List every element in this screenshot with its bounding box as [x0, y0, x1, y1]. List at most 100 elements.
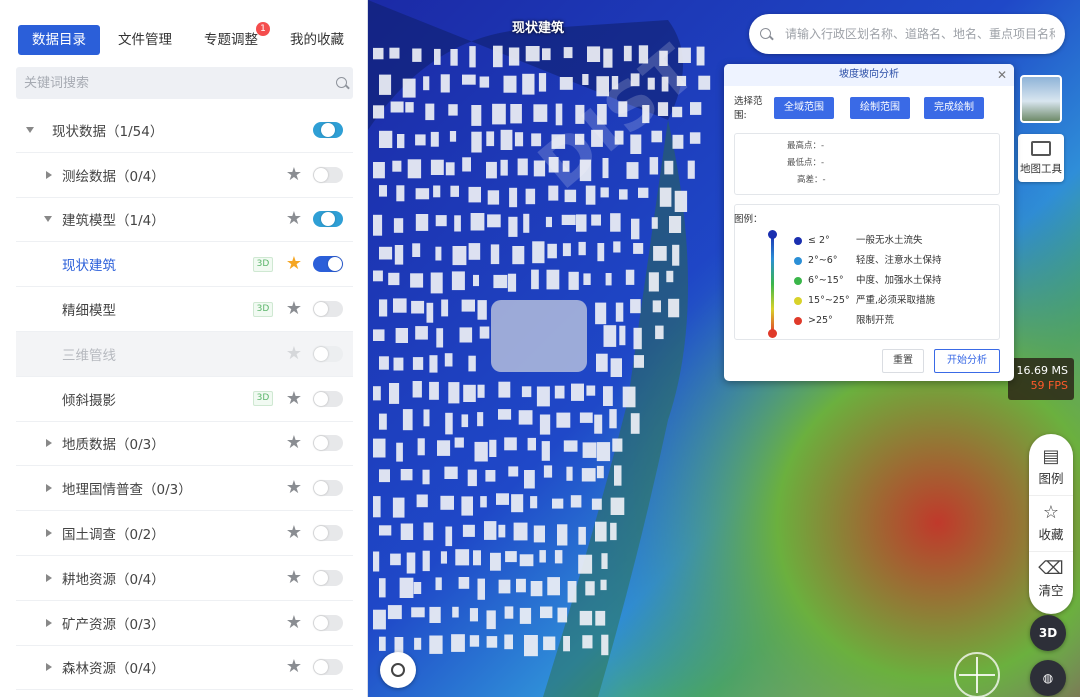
building-block — [498, 579, 511, 594]
building-block — [519, 607, 532, 624]
tree-row[interactable]: 矿产资源（0/3） ★ — [16, 601, 353, 646]
star-icon[interactable]: ★ — [285, 658, 303, 676]
layer-visibility-toggle[interactable] — [313, 525, 343, 542]
legend-color-dot — [794, 277, 802, 285]
building-block — [614, 465, 622, 486]
star-icon[interactable]: ★ — [285, 434, 303, 452]
star-icon[interactable]: ★ — [285, 300, 303, 318]
globe-icon[interactable]: ◍ — [1030, 660, 1066, 696]
building-block — [615, 302, 624, 322]
layer-visibility-toggle[interactable] — [313, 345, 343, 362]
tree-row[interactable]: 耕地资源（0/4） ★ — [16, 556, 353, 601]
layer-visibility-toggle[interactable] — [313, 121, 343, 138]
chevron-down-icon[interactable] — [44, 216, 52, 223]
chevron-down-icon[interactable] — [26, 126, 34, 133]
star-icon[interactable]: ★ — [285, 210, 303, 228]
layer-visibility-toggle[interactable] — [313, 480, 343, 497]
info-label: 最高点： — [787, 141, 822, 151]
building-block — [429, 635, 443, 654]
chevron-right-icon[interactable] — [46, 573, 52, 582]
tree-row[interactable]: 地质数据（0/3） ★ — [16, 422, 353, 467]
building-block — [559, 77, 573, 90]
layer-visibility-toggle[interactable] — [313, 301, 343, 318]
building-block — [610, 497, 625, 515]
toggle-3d-button[interactable]: 3D — [1030, 615, 1066, 651]
building-block — [493, 274, 508, 289]
compass-icon[interactable] — [954, 652, 1000, 697]
search-icon[interactable] — [336, 77, 347, 88]
building-block — [461, 299, 475, 312]
map-search-input[interactable] — [749, 14, 1065, 54]
tree-row[interactable]: 国土调查（0/2） ★ — [16, 511, 353, 556]
building-block — [563, 440, 578, 452]
building-block — [492, 103, 506, 125]
basemap-thumbnail[interactable] — [1020, 75, 1062, 123]
tree-row[interactable]: 测绘数据（0/4） ★ — [16, 153, 353, 198]
tree-row[interactable]: 现状建筑 3D ★ — [16, 242, 353, 288]
building-block — [455, 549, 470, 566]
layer-visibility-toggle[interactable] — [313, 166, 343, 183]
layer-visibility-toggle[interactable] — [313, 256, 343, 273]
info-row-lowest: 最低点：- — [735, 155, 999, 172]
tree-row[interactable]: 三维管线 ★ — [16, 331, 353, 377]
chevron-right-icon[interactable] — [46, 484, 52, 493]
star-icon[interactable]: ★ — [285, 165, 303, 184]
tree-row[interactable]: 现状数据（1/54） — [16, 108, 353, 153]
locate-icon[interactable] — [380, 652, 416, 688]
layer-visibility-toggle[interactable] — [313, 390, 343, 407]
tree-row[interactable]: 森林资源（0/4） ★ — [16, 646, 353, 691]
building-block — [505, 551, 517, 563]
star-icon[interactable]: ★ — [285, 524, 303, 542]
tree-row[interactable]: 地理国情普查（0/3） ★ — [16, 466, 353, 512]
star-icon[interactable]: ★ — [285, 344, 303, 363]
tree-row[interactable]: 建筑模型（1/4） ★ — [16, 198, 353, 243]
building-block — [407, 159, 422, 179]
building-block — [556, 412, 571, 428]
full-extent-button[interactable]: 全域范围 — [774, 97, 834, 119]
star-icon[interactable]: ★ — [285, 255, 303, 273]
keyword-search-input[interactable] — [16, 67, 353, 99]
tree-row[interactable]: 倾斜摄影 3D ★ — [16, 377, 353, 422]
star-icon[interactable]: ★ — [285, 568, 303, 587]
building-block — [527, 437, 536, 451]
building-block — [422, 550, 430, 572]
layer-visibility-toggle[interactable] — [313, 614, 343, 631]
star-icon[interactable]: ★ — [285, 479, 303, 497]
layer-visibility-toggle[interactable] — [313, 569, 343, 586]
start-analysis-button[interactable]: 开始分析 — [934, 349, 1000, 373]
chevron-right-icon[interactable] — [46, 170, 52, 179]
layer-visibility-toggle[interactable] — [313, 211, 343, 228]
layer-visibility-toggle[interactable] — [313, 659, 343, 676]
star-icon[interactable]: ★ — [285, 389, 303, 408]
chevron-right-icon[interactable] — [46, 439, 52, 448]
star-icon[interactable]: ★ — [285, 613, 303, 632]
building-block — [486, 636, 498, 648]
tab-theme-adjust[interactable]: 专题调整 1 — [190, 22, 272, 55]
legend-button[interactable]: ▤ 图例 — [1029, 440, 1073, 496]
reset-button[interactable]: 重置 — [882, 349, 924, 373]
clear-button[interactable]: ⌫ 清空 — [1029, 552, 1073, 608]
favorite-button[interactable]: ☆ 收藏 — [1029, 496, 1073, 552]
building-block — [467, 469, 477, 487]
layer-visibility-toggle[interactable] — [313, 435, 343, 452]
chevron-right-icon[interactable] — [46, 529, 52, 538]
tab-my-favorites[interactable]: 我的收藏 — [276, 25, 358, 55]
close-icon[interactable]: ✕ — [997, 64, 1007, 86]
building-block — [417, 438, 425, 456]
building-block — [451, 271, 465, 291]
chevron-right-icon[interactable] — [46, 618, 52, 627]
building-block — [444, 353, 453, 367]
legend-icon: ▤ — [1042, 446, 1060, 467]
map-tools-button[interactable]: 地图工具 — [1018, 134, 1064, 182]
tree-row[interactable]: 精细模型 3D ★ — [16, 287, 353, 332]
finish-draw-button[interactable]: 完成绘制 — [924, 97, 984, 119]
chevron-right-icon[interactable] — [46, 663, 52, 672]
building-block — [578, 241, 586, 256]
legend-range: 15°~25° — [808, 295, 850, 306]
tab-file-management[interactable]: 文件管理 — [104, 25, 186, 55]
building-block — [390, 553, 401, 566]
search-icon[interactable] — [760, 28, 771, 39]
tab-data-catalog[interactable]: 数据目录 — [18, 25, 100, 55]
draw-extent-button[interactable]: 绘制范围 — [850, 97, 910, 119]
tree-item-label: 耕地资源（0/4） — [62, 571, 165, 588]
